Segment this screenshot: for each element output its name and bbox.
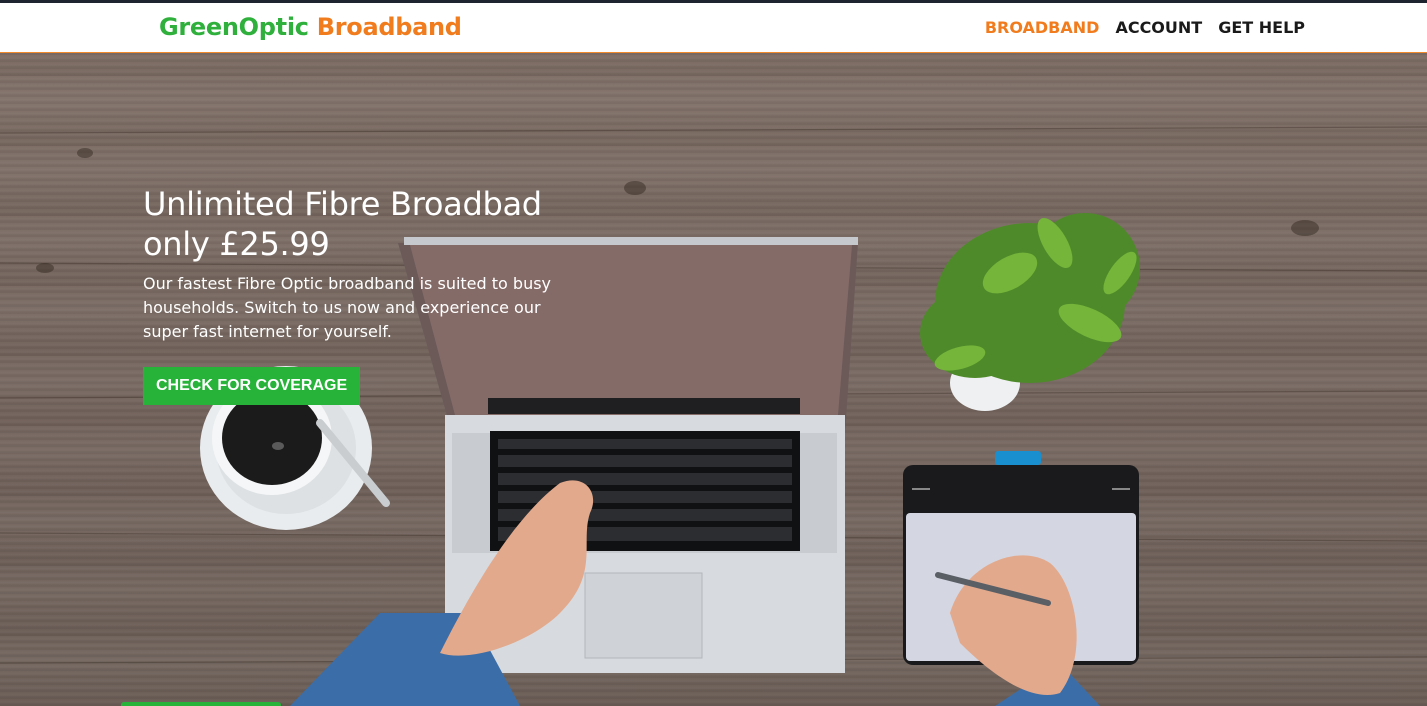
- hero-description: Our fastest Fibre Optic broadband is sui…: [143, 274, 552, 341]
- potted-plant: [920, 213, 1140, 411]
- main-nav: BROADBAND ACCOUNT GET HELP: [985, 18, 1305, 37]
- bottom-green-tab[interactable]: [121, 702, 281, 706]
- hero-banner: Unlimited Fibre Broadbad only £25.99 Our…: [0, 53, 1427, 706]
- brand-name-orange: Broadband: [316, 13, 462, 41]
- brand-logo[interactable]: GreenOptic Broadband: [159, 13, 462, 41]
- hero-headline-line1: Unlimited Fibre Broadbad: [143, 185, 542, 223]
- nav-link-get-help[interactable]: GET HELP: [1218, 18, 1305, 37]
- hero-headline-line2: only £25.99: [143, 225, 330, 263]
- nav-link-account[interactable]: ACCOUNT: [1115, 18, 1202, 37]
- check-coverage-button[interactable]: CHECK FOR COVERAGE: [143, 367, 361, 405]
- navbar: GreenOptic Broadband BROADBAND ACCOUNT G…: [0, 3, 1427, 53]
- hero-text-block: Unlimited Fibre Broadbad only £25.99 Our…: [143, 184, 583, 344]
- hero-headline: Unlimited Fibre Broadbad only £25.99: [143, 184, 583, 264]
- brand-name-green: GreenOptic: [159, 13, 309, 41]
- nav-link-broadband[interactable]: BROADBAND: [985, 18, 1100, 37]
